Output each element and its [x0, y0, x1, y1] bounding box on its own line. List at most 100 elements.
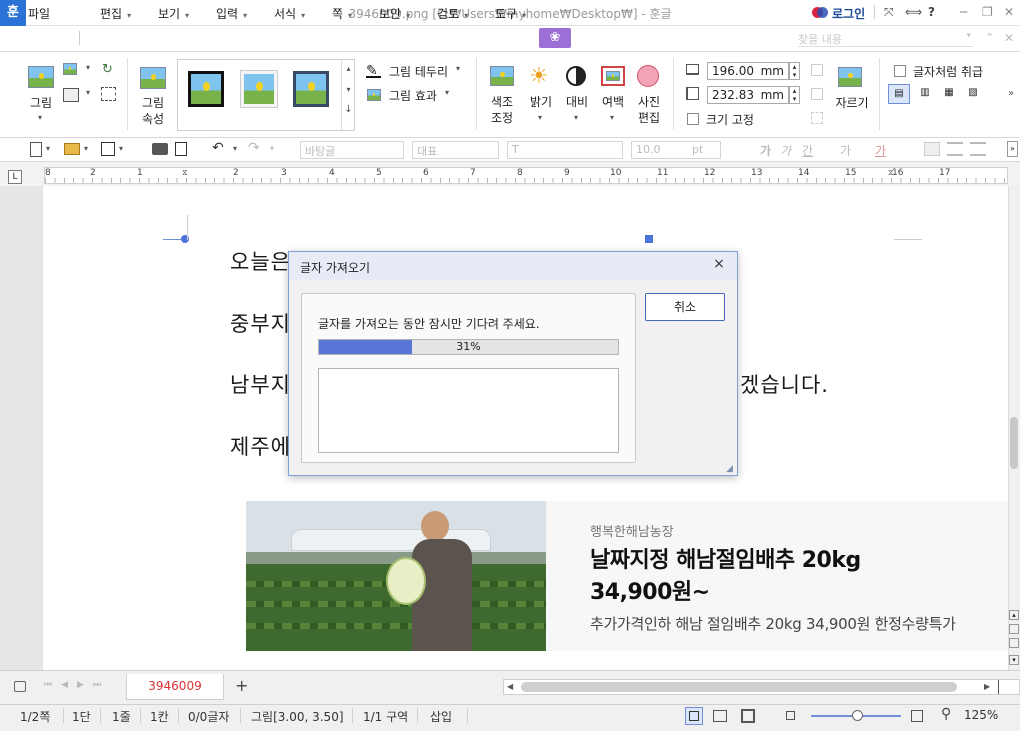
gallery-expand-icon[interactable]: ↓: [342, 104, 355, 115]
style-black-frame[interactable]: [188, 71, 224, 107]
chevron-up-icon[interactable]: ▴: [342, 64, 355, 73]
zoom-out-icon[interactable]: [786, 711, 795, 720]
chevron-down-icon[interactable]: ▾: [86, 63, 90, 72]
open-folder-icon[interactable]: [64, 143, 80, 155]
picture-tool-tab-icon[interactable]: ❀: [539, 28, 571, 48]
chevron-down-icon[interactable]: ▾: [445, 88, 449, 97]
menu-tools[interactable]: 도구 ▾: [495, 5, 526, 22]
chevron-down-icon[interactable]: ▾: [538, 113, 542, 122]
chevron-down-icon[interactable]: ▾: [119, 144, 123, 153]
login-button[interactable]: 로그인: [812, 5, 865, 21]
strikethrough-button[interactable]: 가: [840, 142, 851, 159]
tab-navigation-icons[interactable]: ⏮◀▶⏭: [44, 680, 110, 690]
chevron-down-icon[interactable]: ▾: [270, 144, 274, 153]
underline-button[interactable]: 간: [802, 142, 813, 159]
split-handle-icon[interactable]: [998, 680, 999, 694]
fullscreen-icon[interactable]: ⤧: [884, 5, 894, 20]
align-left-icon[interactable]: [947, 142, 963, 156]
minimize-icon[interactable]: ─: [960, 5, 967, 19]
rotate-icon[interactable]: ↻: [102, 62, 113, 77]
select-object-icon[interactable]: [101, 87, 116, 101]
view-full-icon[interactable]: [741, 709, 755, 723]
fit-width-icon[interactable]: ⟺: [905, 5, 922, 19]
zoom-slider-knob[interactable]: [852, 710, 863, 721]
close-window-icon[interactable]: ✕: [1004, 5, 1014, 19]
picture-button[interactable]: [28, 66, 54, 88]
toolbar-expand-icon[interactable]: »: [1007, 141, 1018, 157]
height-stepper[interactable]: ▴ ▾: [789, 86, 800, 104]
page-select-icon[interactable]: [1009, 624, 1019, 634]
status-zoom[interactable]: 125%: [964, 708, 998, 722]
insert-picture-small-button[interactable]: [63, 63, 77, 75]
size-option-icon[interactable]: [811, 112, 823, 124]
redo-icon[interactable]: ↷: [248, 140, 260, 156]
margin-icon[interactable]: [601, 66, 625, 86]
page-select-icon[interactable]: [1009, 638, 1019, 648]
size-option-icon[interactable]: [811, 64, 823, 76]
preview-icon[interactable]: [175, 142, 187, 156]
dialog-log-area[interactable]: [318, 368, 619, 453]
menu-file[interactable]: 파일: [28, 5, 50, 22]
zoom-in-icon[interactable]: [911, 710, 923, 722]
menu-insert[interactable]: 입력 ▾: [216, 5, 247, 22]
chevron-down-icon[interactable]: ▾: [610, 113, 614, 122]
prev-page-icon[interactable]: ▴: [1009, 610, 1019, 620]
bold-button[interactable]: 가: [760, 142, 771, 159]
add-tab-button[interactable]: +: [235, 676, 248, 695]
horizontal-ruler[interactable]: 8 2 1 2 3 4 5 6 7 8 9 10 11 12 13 14 15 …: [44, 167, 1008, 184]
menu-edit[interactable]: 편집 ▾: [100, 5, 131, 22]
help-icon[interactable]: ?: [928, 5, 935, 19]
tab-list-icon[interactable]: [14, 681, 26, 692]
scroll-left-icon[interactable]: ◀: [507, 682, 513, 691]
dialog-close-button[interactable]: ×: [711, 256, 727, 274]
status-mode[interactable]: 삽입: [430, 708, 452, 725]
chevron-down-icon[interactable]: ▾: [233, 144, 237, 153]
magnifier-icon[interactable]: ⚲: [941, 706, 951, 722]
view-fit-icon[interactable]: [713, 710, 727, 722]
new-document-icon[interactable]: [30, 142, 42, 157]
color-adjust-button[interactable]: [490, 66, 514, 88]
view-normal-icon[interactable]: [685, 707, 703, 725]
menu-view[interactable]: 보기 ▾: [158, 5, 189, 22]
menu-security[interactable]: 보안 ▾: [379, 5, 410, 22]
wrap-behind-icon[interactable]: ▦: [938, 84, 960, 104]
chevron-down-icon[interactable]: ▾: [456, 64, 460, 73]
save-icon[interactable]: [101, 142, 115, 156]
restore-icon[interactable]: ❐: [982, 5, 993, 19]
picture-effect-button[interactable]: 그림 효과: [389, 87, 437, 104]
document-tab[interactable]: 3946009: [126, 674, 224, 700]
italic-button[interactable]: 가: [780, 142, 791, 159]
menu-page[interactable]: 쪽 ▾: [332, 5, 352, 22]
menu-review[interactable]: 검토 ▾: [437, 5, 468, 22]
indent-marker-icon[interactable]: ⧖: [182, 168, 190, 184]
print-icon[interactable]: [152, 143, 168, 155]
photo-edit-icon[interactable]: [637, 65, 659, 87]
width-input[interactable]: 196.00 mm: [707, 62, 789, 80]
wrap-front-icon[interactable]: ▧: [962, 84, 984, 104]
wrap-top-bottom-icon[interactable]: ▥: [914, 84, 936, 104]
brightness-icon[interactable]: ☀: [529, 64, 549, 89]
treat-as-char-checkbox[interactable]: [894, 65, 906, 77]
chevron-down-icon[interactable]: ▾: [38, 113, 42, 122]
chevron-down-icon[interactable]: ▾: [342, 85, 355, 94]
ribbon-more-icon[interactable]: »: [1008, 88, 1014, 99]
cancel-button[interactable]: 취소: [645, 293, 725, 321]
font-lang-select[interactable]: 대표: [412, 141, 499, 159]
height-input[interactable]: 232.83 mm: [707, 86, 789, 104]
crop-button[interactable]: [838, 67, 864, 89]
chevron-down-icon[interactable]: ▾: [574, 113, 578, 122]
style-select[interactable]: 바탕글: [300, 141, 404, 159]
chevron-up-icon[interactable]: ⌃: [985, 31, 994, 44]
font-select[interactable]: T: [507, 141, 623, 159]
style-white-frame[interactable]: [241, 71, 277, 107]
gallery-scroll[interactable]: ▴ ▾ ↓: [341, 60, 355, 130]
object-handle[interactable]: [645, 235, 653, 243]
contrast-icon[interactable]: [566, 66, 586, 86]
picture-border-button[interactable]: 그림 테두리: [389, 63, 448, 80]
close-search-icon[interactable]: ✕: [1004, 31, 1014, 45]
resize-grip-icon[interactable]: ◢: [726, 464, 736, 474]
status-section[interactable]: 1/1 구역: [363, 708, 408, 725]
horizontal-scroll-thumb[interactable]: [521, 682, 957, 692]
font-size-input[interactable]: 10.0 pt: [631, 141, 721, 159]
vertical-scroll-thumb[interactable]: [1010, 417, 1018, 469]
